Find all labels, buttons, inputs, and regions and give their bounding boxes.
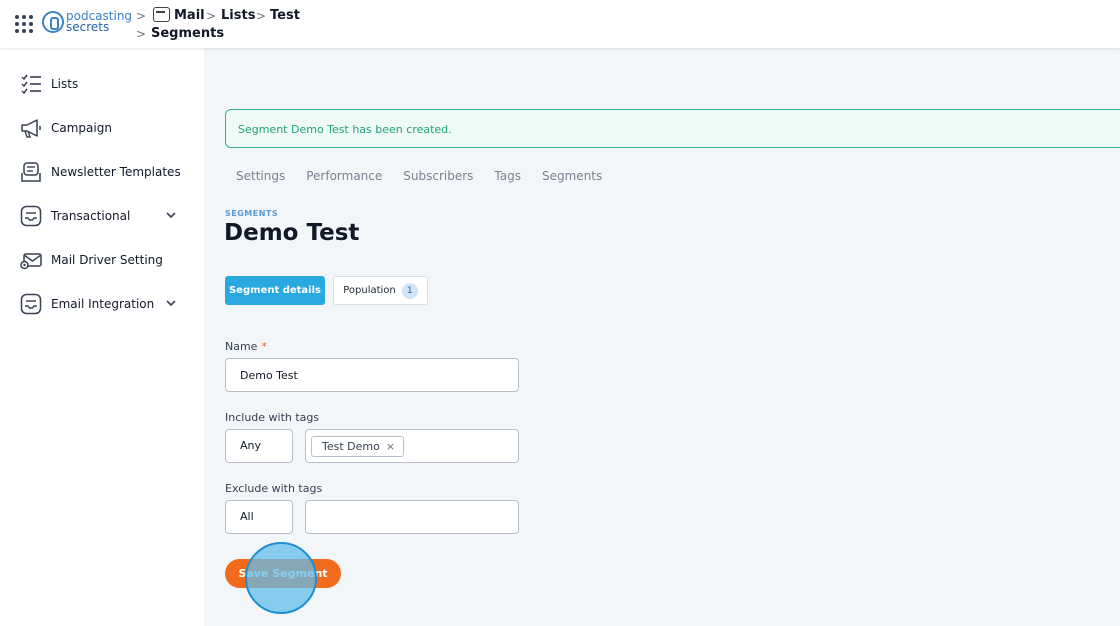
population-button[interactable]: Population 1 (333, 276, 428, 305)
tab-performance[interactable]: Performance (306, 169, 382, 183)
name-input[interactable] (225, 358, 519, 392)
top-bar: podcasting secrets > Mail > Lists > Test… (0, 0, 1120, 48)
microphone-logo-icon (42, 11, 64, 33)
breadcrumb-lists[interactable]: Lists (221, 8, 255, 23)
logo-text: podcasting secrets (66, 9, 133, 34)
save-segment-button[interactable]: Save Segment (225, 559, 341, 588)
name-label: Name * (225, 340, 267, 353)
tab-tags[interactable]: Tags (494, 169, 521, 183)
tab-settings[interactable]: Settings (236, 169, 285, 183)
alert-message: Segment Demo Test has been created. (238, 123, 452, 136)
required-marker: * (261, 340, 267, 353)
breadcrumb-separator: > (206, 9, 217, 23)
megaphone-icon (21, 119, 41, 138)
chevron-down-icon[interactable] (164, 296, 178, 310)
tab-subscribers[interactable]: Subscribers (403, 169, 473, 183)
page-kicker: SEGMENTS (225, 209, 279, 218)
inbox-icon (20, 205, 42, 227)
sidebar-item-campaign[interactable]: Campaign (20, 116, 190, 140)
sidebar-item-label: Mail Driver Setting (51, 253, 163, 267)
sidebar: Lists Campaign Newsletter Templates Tran… (0, 48, 204, 626)
include-tags-input[interactable]: Test Demo × (305, 429, 519, 463)
segment-details-button[interactable]: Segment details (225, 276, 325, 305)
population-count-badge: 1 (401, 282, 418, 299)
breadcrumb-test[interactable]: Test (270, 8, 300, 23)
tag-chip: Test Demo × (311, 436, 405, 457)
checklist-icon (21, 74, 41, 95)
exclude-tags-label: Exclude with tags (225, 482, 323, 495)
breadcrumb-separator: > (136, 27, 147, 41)
mail-app-icon (153, 7, 170, 22)
sidebar-item-email-integration[interactable]: Email Integration (20, 292, 190, 316)
exclude-match-select[interactable]: All (225, 500, 293, 534)
breadcrumb-segments[interactable]: Segments (151, 26, 224, 41)
breadcrumb-separator: > (136, 9, 147, 23)
remove-tag-icon[interactable]: × (386, 440, 395, 453)
main-content: Segment Demo Test has been created. Sett… (204, 48, 1120, 626)
include-tags-label: Include with tags (225, 411, 320, 424)
sidebar-item-transactional[interactable]: Transactional (20, 204, 190, 228)
sidebar-item-label: Email Integration (51, 297, 155, 311)
sidebar-item-lists[interactable]: Lists (20, 72, 190, 96)
exclude-tags-input[interactable] (305, 500, 519, 534)
breadcrumb-separator: > (256, 9, 267, 23)
sidebar-item-label: Campaign (51, 121, 112, 135)
population-label: Population (343, 285, 396, 296)
sidebar-item-mail-driver-setting[interactable]: Mail Driver Setting (20, 248, 190, 272)
tab-segments[interactable]: Segments (542, 169, 602, 183)
inbox-icon (20, 293, 42, 315)
logo[interactable]: podcasting secrets (42, 8, 132, 36)
newsletter-icon (21, 162, 41, 182)
chevron-down-icon[interactable] (164, 208, 178, 222)
sidebar-item-newsletter-templates[interactable]: Newsletter Templates (20, 160, 190, 184)
list-tabs: Settings Performance Subscribers Tags Se… (236, 169, 623, 183)
include-match-select[interactable]: Any (225, 429, 293, 463)
apps-grid-icon[interactable] (15, 15, 33, 33)
page-title: Demo Test (224, 220, 360, 246)
sidebar-item-label: Lists (51, 77, 79, 91)
success-alert: Segment Demo Test has been created. (225, 109, 1120, 148)
sidebar-item-label: Newsletter Templates (51, 165, 181, 179)
mail-settings-icon (20, 253, 42, 270)
breadcrumb-mail[interactable]: Mail (174, 8, 205, 23)
sidebar-item-label: Transactional (51, 209, 131, 223)
tag-chip-label: Test Demo (322, 440, 380, 453)
